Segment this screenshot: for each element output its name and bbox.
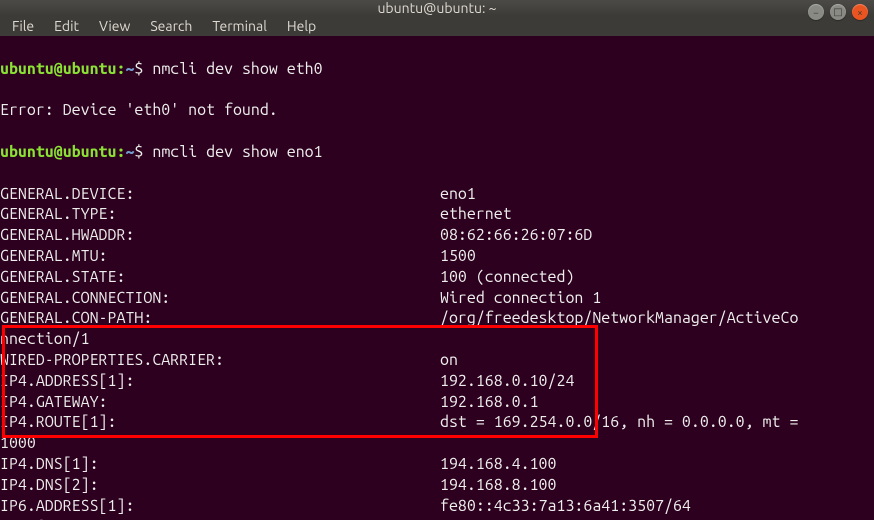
output-key: IP6.GATEWAY: bbox=[0, 516, 440, 520]
output-key: GENERAL.MTU: bbox=[0, 246, 440, 267]
output-row: WIRED-PROPERTIES.CARRIER:on bbox=[0, 350, 874, 371]
prompt-path: ~ bbox=[125, 142, 134, 163]
output-key: IP6.ADDRESS[1]: bbox=[0, 496, 440, 517]
window-controls: − □ × bbox=[808, 4, 868, 20]
output-key: 1000 bbox=[0, 433, 440, 454]
menu-search[interactable]: Search bbox=[142, 16, 200, 36]
prompt-userhost: ubuntu@ubuntu bbox=[0, 59, 116, 80]
output-key: IP4.ADDRESS[1]: bbox=[0, 371, 440, 392]
output-row: IP6.ADDRESS[1]:fe80::4c33:7a13:6a41:3507… bbox=[0, 496, 874, 517]
output-value: eno1 bbox=[440, 184, 874, 205]
output-row: IP4.ADDRESS[1]:192.168.0.10/24 bbox=[0, 371, 874, 392]
output-value: 194.168.8.100 bbox=[440, 475, 874, 496]
output-value: 192.168.0.1 bbox=[440, 392, 874, 413]
output-key: IP4.DNS[2]: bbox=[0, 475, 440, 496]
error-line: Error: Device 'eth0' not found. bbox=[0, 100, 278, 121]
output-value: -- bbox=[440, 516, 874, 520]
output-key: GENERAL.STATE: bbox=[0, 267, 440, 288]
menu-edit[interactable]: Edit bbox=[46, 16, 87, 36]
prompt-colon: : bbox=[116, 142, 125, 163]
output-key: GENERAL.CONNECTION: bbox=[0, 288, 440, 309]
output-key: IP4.DNS[1]: bbox=[0, 454, 440, 475]
output-row: IP4.DNS[2]:194.168.8.100 bbox=[0, 475, 874, 496]
menubar: File Edit View Search Terminal Help bbox=[0, 16, 874, 36]
output-value: ethernet bbox=[440, 204, 874, 225]
output-key: IP4.GATEWAY: bbox=[0, 392, 440, 413]
output-key: GENERAL.TYPE: bbox=[0, 204, 440, 225]
output-row: GENERAL.CONNECTION:Wired connection 1 bbox=[0, 288, 874, 309]
output-row: GENERAL.HWADDR:08:62:66:26:07:6D bbox=[0, 225, 874, 246]
output-value: Wired connection 1 bbox=[440, 288, 874, 309]
command-1: nmcli dev show eth0 bbox=[152, 59, 322, 80]
output-value: 08:62:66:26:07:6D bbox=[440, 225, 874, 246]
window-title: ubuntu@ubuntu: ~ bbox=[377, 0, 496, 16]
prompt-dollar: $ bbox=[134, 59, 143, 80]
output-row: IP4.ROUTE[1]:dst = 169.254.0.0/16, nh = … bbox=[0, 412, 874, 433]
output-row: IP4.GATEWAY:192.168.0.1 bbox=[0, 392, 874, 413]
prompt-colon: : bbox=[116, 59, 125, 80]
output-key: GENERAL.DEVICE: bbox=[0, 184, 440, 205]
output-value: 192.168.0.10/24 bbox=[440, 371, 874, 392]
output-value: /org/freedesktop/NetworkManager/ActiveCo bbox=[440, 308, 874, 329]
output-value: on bbox=[440, 350, 874, 371]
output-row: nnection/1 bbox=[0, 329, 874, 350]
output-key: GENERAL.CON-PATH: bbox=[0, 308, 440, 329]
titlebar[interactable]: ubuntu@ubuntu: ~ − □ × bbox=[0, 0, 874, 16]
output-key: WIRED-PROPERTIES.CARRIER: bbox=[0, 350, 440, 371]
menu-terminal[interactable]: Terminal bbox=[204, 16, 275, 36]
menu-file[interactable]: File bbox=[4, 16, 42, 36]
output-value: fe80::4c33:7a13:6a41:3507/64 bbox=[440, 496, 874, 517]
output-value: 100 (connected) bbox=[440, 267, 874, 288]
command-2: nmcli dev show eno1 bbox=[152, 142, 322, 163]
close-button[interactable]: × bbox=[852, 4, 868, 20]
prompt-dollar: $ bbox=[134, 142, 143, 163]
output-value: dst = 169.254.0.0/16, nh = 0.0.0.0, mt = bbox=[440, 412, 874, 433]
output-key: nnection/1 bbox=[0, 329, 440, 350]
output-value bbox=[440, 433, 874, 454]
prompt-path: ~ bbox=[125, 59, 134, 80]
output-row: GENERAL.STATE:100 (connected) bbox=[0, 267, 874, 288]
terminal-output[interactable]: ubuntu@ubuntu:~$ nmcli dev show eth0 Err… bbox=[0, 36, 874, 520]
menu-view[interactable]: View bbox=[91, 16, 138, 36]
minimize-button[interactable]: − bbox=[808, 4, 824, 20]
prompt-userhost: ubuntu@ubuntu bbox=[0, 142, 116, 163]
output-key: IP4.ROUTE[1]: bbox=[0, 412, 440, 433]
output-row: GENERAL.CON-PATH:/org/freedesktop/Networ… bbox=[0, 308, 874, 329]
output-value: 194.168.4.100 bbox=[440, 454, 874, 475]
output-row: GENERAL.DEVICE:eno1 bbox=[0, 184, 874, 205]
output-row: GENERAL.TYPE:ethernet bbox=[0, 204, 874, 225]
output-row: IP6.GATEWAY:-- bbox=[0, 516, 874, 520]
output-row: GENERAL.MTU:1500 bbox=[0, 246, 874, 267]
output-value: 1500 bbox=[440, 246, 874, 267]
maximize-button[interactable]: □ bbox=[830, 4, 846, 20]
output-key: GENERAL.HWADDR: bbox=[0, 225, 440, 246]
output-value bbox=[440, 329, 874, 350]
output-row: IP4.DNS[1]:194.168.4.100 bbox=[0, 454, 874, 475]
output-row: 1000 bbox=[0, 433, 874, 454]
menu-help[interactable]: Help bbox=[279, 16, 324, 36]
terminal-window: ubuntu@ubuntu: ~ − □ × File Edit View Se… bbox=[0, 0, 874, 520]
